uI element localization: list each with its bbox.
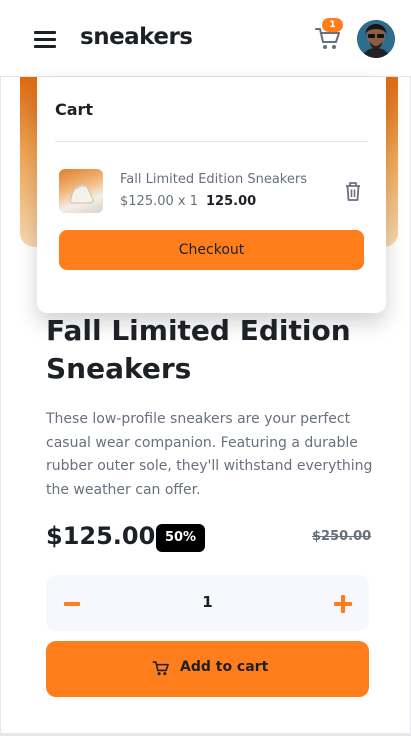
cart-item-calc: $125.00 x 1 125.00 — [120, 194, 256, 209]
checkout-button[interactable]: Checkout — [59, 230, 364, 270]
menu-line — [34, 45, 56, 48]
site-header: sneakers 1 — [0, 0, 411, 77]
cart-item-thumbnail — [59, 169, 103, 213]
cart-item-unit-calc: $125.00 x 1 — [120, 194, 198, 209]
add-to-cart-button[interactable]: Add to cart — [46, 641, 369, 697]
quantity-value: 1 — [202, 593, 213, 611]
add-to-cart-label: Add to cart — [180, 659, 269, 675]
product-title: Fall Limited Edition Sneakers — [46, 314, 351, 385]
original-price: $250.00 — [312, 529, 372, 544]
plus-icon[interactable] — [334, 595, 352, 613]
hamburger-menu-icon[interactable] — [34, 30, 58, 50]
avatar[interactable] — [357, 20, 395, 58]
cart-count-badge: 1 — [322, 18, 343, 32]
discount-badge: 50% — [156, 524, 205, 552]
cart-item-total: 125.00 — [206, 194, 257, 209]
menu-line — [34, 38, 56, 41]
trash-icon[interactable] — [343, 180, 363, 202]
cart-item-name: Fall Limited Edition Sneakers — [120, 172, 307, 187]
menu-line — [34, 31, 56, 34]
product-description: These low-profile sneakers are your perf… — [46, 411, 373, 498]
current-price: $125.00 — [46, 522, 156, 550]
brand-logo[interactable]: sneakers — [80, 24, 193, 50]
cart-title: Cart — [55, 100, 94, 119]
cart-divider — [55, 141, 368, 142]
cart-icon — [152, 660, 170, 677]
quantity-stepper: 1 — [46, 575, 369, 631]
cart-dropdown: Cart Fall Limited Edition Sneakers $125.… — [37, 77, 386, 313]
